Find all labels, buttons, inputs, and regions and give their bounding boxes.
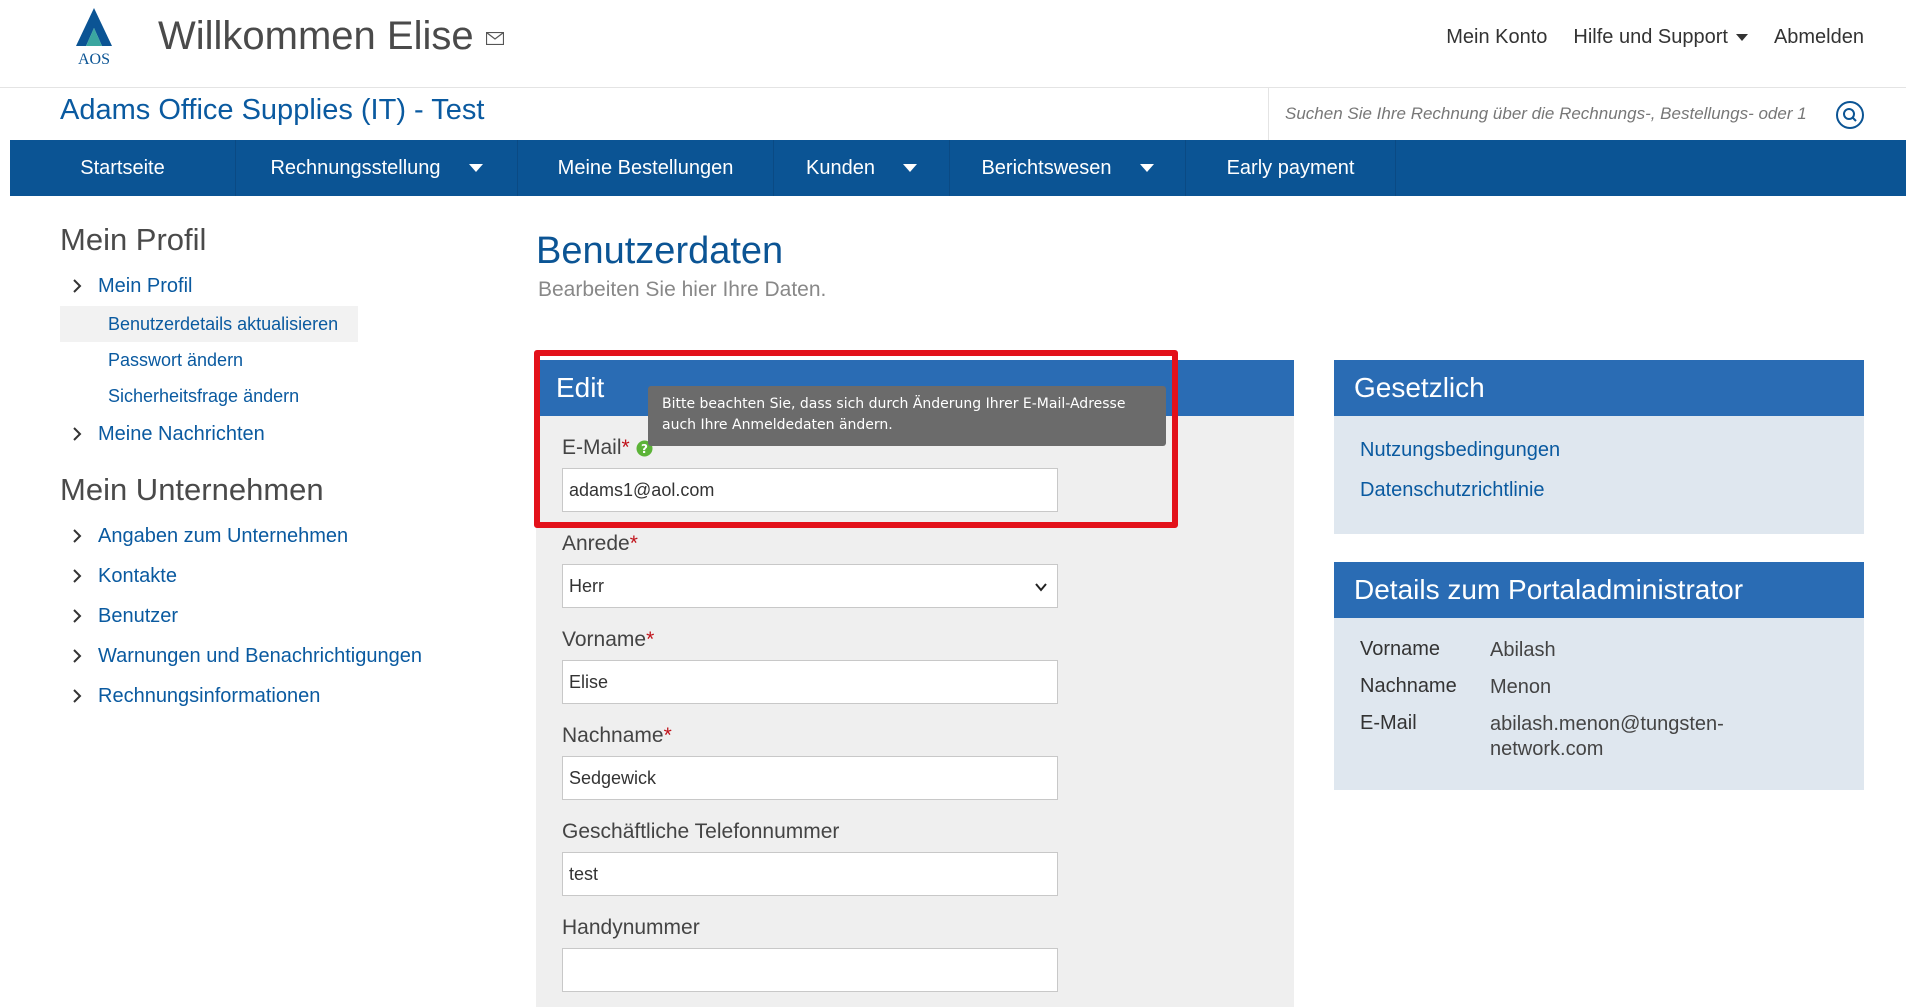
logout-link[interactable]: Abmelden	[1774, 26, 1864, 49]
caret-down-icon	[468, 164, 483, 172]
chevron-right-icon	[73, 609, 82, 623]
nav-startseite[interactable]: Startseite	[10, 140, 236, 196]
sidebar-item-label: Kontakte	[98, 564, 177, 587]
nav-label: Meine Bestellungen	[557, 156, 734, 179]
sidebar-item-company-info[interactable]: Angaben zum Unternehmen	[60, 516, 490, 556]
sidebar-item-my-profile[interactable]: Mein Profil	[60, 266, 490, 306]
invoice-search-input[interactable]	[1285, 100, 1825, 128]
salutation-select[interactable]: Herr	[562, 564, 1058, 608]
svg-text:AOS: AOS	[78, 51, 110, 68]
firstname-label-text: Vorname	[562, 628, 647, 651]
nav-label: Rechnungsstellung	[270, 156, 441, 179]
privacy-link[interactable]: Datenschutzrichtlinie	[1334, 470, 1864, 510]
sidebar-item-label: Meine Nachrichten	[98, 422, 265, 445]
chevron-right-icon	[73, 427, 82, 441]
salutation-value: Herr	[569, 576, 604, 596]
top-links: Mein Konto Hilfe und Support Abmelden	[1446, 26, 1864, 49]
admin-row-firstname: Vorname Abilash	[1334, 638, 1864, 675]
company-name: Adams Office Supplies (IT) - Test	[60, 94, 485, 126]
caret-down-icon	[1735, 34, 1748, 42]
sidebar-item-label: Benutzer	[98, 604, 179, 627]
lastname-label: Nachname*	[562, 724, 672, 748]
firstname-field[interactable]	[562, 660, 1058, 704]
nav-meine-bestellungen[interactable]: Meine Bestellungen	[518, 140, 774, 196]
caret-down-icon	[902, 164, 917, 172]
chevron-right-icon	[73, 649, 82, 663]
admin-panel: Details zum Portaladministrator Vorname …	[1334, 562, 1864, 790]
legal-links: Nutzungsbedingungen Datenschutzrichtlini…	[1334, 416, 1864, 510]
admin-key: E-Mail	[1360, 712, 1417, 734]
admin-value: Abilash	[1490, 639, 1556, 661]
help-support-menu[interactable]: Hilfe und Support	[1573, 26, 1748, 49]
envelope-icon[interactable]	[485, 31, 504, 45]
legal-panel: Gesetzlich Nutzungsbedingungen Datenschu…	[1334, 360, 1864, 534]
terms-link[interactable]: Nutzungsbedingungen	[1334, 430, 1864, 470]
chevron-right-icon	[73, 279, 82, 293]
invoice-search	[1268, 88, 1870, 140]
welcome-text: Willkommen Elise	[158, 14, 474, 58]
nav-berichtswesen[interactable]: Berichtswesen	[950, 140, 1186, 196]
my-account-link[interactable]: Mein Konto	[1446, 26, 1547, 49]
sidebar-item-contacts[interactable]: Kontakte	[60, 556, 490, 596]
nav-rechnungsstellung[interactable]: Rechnungsstellung	[236, 140, 518, 196]
chevron-right-icon	[73, 569, 82, 583]
mobile-field[interactable]	[562, 948, 1058, 992]
admin-row-lastname: Nachname Menon	[1334, 675, 1864, 712]
search-icon[interactable]	[1835, 100, 1865, 130]
page-title: Benutzerdaten	[536, 230, 784, 272]
profile-heading: Mein Profil	[60, 222, 207, 257]
required-mark: *	[663, 724, 672, 747]
admin-details: Vorname Abilash Nachname Menon E-Mail ab…	[1334, 618, 1864, 762]
chevron-right-icon	[73, 689, 82, 703]
chevron-down-icon	[1035, 583, 1047, 592]
sidebar-item-messages[interactable]: Meine Nachrichten	[60, 414, 490, 454]
sidebar-sub-change-password[interactable]: Passwort ändern	[60, 342, 490, 378]
sidebar-item-invoice-info[interactable]: Rechnungsinformationen	[60, 676, 490, 716]
sidebar-item-label: Rechnungsinformationen	[98, 684, 321, 707]
sidebar: Mein Profil Mein Profil Benutzerdetails …	[60, 222, 490, 716]
firstname-label: Vorname*	[562, 628, 654, 652]
top-header: AOS Willkommen Elise Mein Konto Hilfe un…	[0, 0, 1906, 88]
page-subtitle: Bearbeiten Sie hier Ihre Daten.	[538, 278, 827, 301]
aos-logo[interactable]: AOS	[68, 6, 120, 68]
legal-panel-title: Gesetzlich	[1334, 360, 1864, 416]
admin-key: Vorname	[1360, 638, 1441, 660]
company-bar: Adams Office Supplies (IT) - Test	[0, 88, 1906, 140]
nav-early-payment[interactable]: Early payment	[1186, 140, 1396, 196]
salutation-label: Anrede*	[562, 532, 638, 556]
sidebar-item-label: Mein Profil	[98, 274, 193, 297]
welcome-heading: Willkommen Elise	[158, 14, 504, 59]
salutation-label-text: Anrede	[562, 532, 630, 555]
sidebar-sub-update-details[interactable]: Benutzerdetails aktualisieren	[60, 306, 358, 342]
nav-label: Berichtswesen	[981, 156, 1112, 179]
sidebar-sub-security-question[interactable]: Sicherheitsfrage ändern	[60, 378, 490, 414]
required-mark: *	[629, 532, 638, 555]
lastname-field[interactable]	[562, 756, 1058, 800]
mobile-label: Handynummer	[562, 916, 700, 939]
nav-label: Startseite	[80, 156, 165, 179]
admin-value: abilash.menon@tungsten-network.com	[1490, 713, 1724, 760]
nav-label: Kunden	[806, 156, 875, 179]
phone-field[interactable]	[562, 852, 1058, 896]
highlight-box	[534, 350, 1178, 528]
sidebar-item-label: Warnungen und Benachrichtigungen	[98, 644, 422, 667]
admin-panel-title: Details zum Portaladministrator	[1334, 562, 1864, 618]
admin-key: Nachname	[1360, 675, 1457, 697]
main-nav: Startseite Rechnungsstellung Meine Beste…	[10, 140, 1906, 196]
admin-value: Menon	[1490, 676, 1552, 698]
nav-kunden[interactable]: Kunden	[774, 140, 950, 196]
sidebar-item-users[interactable]: Benutzer	[60, 596, 490, 636]
help-support-label: Hilfe und Support	[1573, 26, 1728, 48]
phone-label: Geschäftliche Telefonnummer	[562, 820, 840, 843]
admin-row-email: E-Mail abilash.menon@tungsten-network.co…	[1334, 712, 1864, 762]
company-heading: Mein Unternehmen	[60, 472, 324, 507]
nav-label: Early payment	[1226, 156, 1355, 179]
sidebar-item-label: Angaben zum Unternehmen	[98, 524, 349, 547]
sidebar-item-alerts[interactable]: Warnungen und Benachrichtigungen	[60, 636, 490, 676]
required-mark: *	[646, 628, 655, 651]
chevron-right-icon	[73, 529, 82, 543]
lastname-label-text: Nachname	[562, 724, 664, 747]
caret-down-icon	[1139, 164, 1154, 172]
